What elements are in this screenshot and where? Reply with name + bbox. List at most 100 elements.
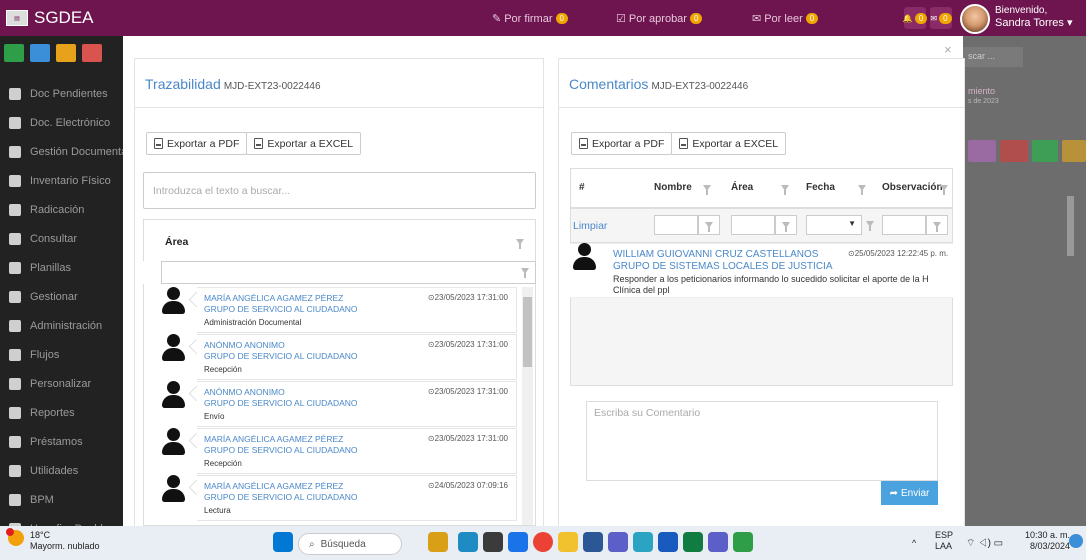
taskbar-app-icon[interactable]	[708, 532, 728, 552]
filter-icon[interactable]	[866, 221, 874, 231]
folder-shortcut-button[interactable]	[56, 44, 76, 62]
clock[interactable]: 10:30 a. m. 8/03/2024	[1025, 530, 1070, 552]
scrollbar-thumb[interactable]	[523, 297, 532, 367]
chrome-icon[interactable]	[533, 532, 553, 552]
trace-user[interactable]: MARÍA ANGÉLICA AGAMEZ PÉREZ	[204, 293, 343, 304]
sidebar-item[interactable]: Reportes	[0, 399, 135, 427]
excel-icon[interactable]	[683, 532, 703, 552]
list-item[interactable]: MARÍA ANGÉLICA AGAMEZ PÉREZ GRUPO DE SERV…	[160, 475, 520, 522]
sidebar-item[interactable]: Flujos	[0, 341, 135, 369]
filter-icon[interactable]	[703, 185, 711, 195]
nombre-filter-input[interactable]	[654, 215, 698, 235]
avatar[interactable]	[960, 4, 990, 34]
por-firmar-link[interactable]: ✎ Por firmar 0	[492, 12, 568, 25]
sidebar-item[interactable]: Préstamos	[0, 428, 135, 456]
trace-group: GRUPO DE SERVICIO AL CIUDADANO	[204, 304, 358, 314]
network-volume-battery-icons[interactable]: ⌔ ◁) ▭	[966, 537, 1003, 550]
filter-icon[interactable]	[521, 268, 529, 278]
sidebar-item[interactable]: BPM	[0, 486, 135, 514]
filter-icon[interactable]	[781, 185, 789, 195]
area-filter-input[interactable]	[161, 261, 536, 284]
filter-icon[interactable]	[858, 185, 866, 195]
sidebar-item[interactable]: Personalizar	[0, 370, 135, 398]
comment-author[interactable]: WILLIAM GUIOVANNI CRUZ CASTELLANOS	[613, 249, 818, 260]
comment-textarea[interactable]: Escriba su Comentario	[586, 401, 938, 481]
trace-user[interactable]: MARÍA ANGÉLICA AGAMEZ PÉREZ	[204, 434, 343, 445]
export-excel-button[interactable]: Exportar a EXCEL	[671, 132, 787, 155]
send-comment-button[interactable]: ➦ Enviar	[881, 481, 938, 505]
filter-icon[interactable]	[940, 185, 948, 195]
windows-start-icon[interactable]	[273, 532, 293, 552]
sidebar-item[interactable]: Inventario Físico	[0, 167, 135, 195]
taskbar-app-icon[interactable]	[733, 532, 753, 552]
background-action-button	[1062, 140, 1086, 162]
taskbar-app-icon[interactable]	[508, 532, 528, 552]
clear-filters-link[interactable]: Limpiar	[573, 220, 607, 232]
list-item[interactable]: ANÓNMO ANONIMO GRUPO DE SERVICIO AL CIUDA…	[160, 381, 520, 428]
taskbar-app-icon[interactable]	[583, 532, 603, 552]
sidebar-item[interactable]: Doc. Electrónico	[0, 109, 135, 137]
taskbar-app-icon[interactable]	[428, 532, 448, 552]
close-icon[interactable]: ×	[944, 42, 952, 57]
taskbar-app-icon[interactable]	[458, 532, 478, 552]
list-item[interactable]: ANÓNMO ANONIMO GRUPO DE SERVICIO AL CIUDA…	[160, 334, 520, 381]
edit-shortcut-button[interactable]	[30, 44, 50, 62]
sidebar-item[interactable]: Consultar	[0, 225, 135, 253]
comment-group: GRUPO DE SISTEMAS LOCALES DE JUSTICIA	[613, 261, 833, 272]
sidebar-toolbar	[4, 44, 102, 62]
logo-icon: ▤	[6, 10, 28, 26]
observacion-filter-input[interactable]	[882, 215, 926, 235]
file-icon	[579, 138, 588, 149]
language-indicator[interactable]: ESP LAA	[935, 530, 953, 552]
app-logo[interactable]: ▤ SGDEA	[6, 7, 126, 29]
clock-icon: ⊙	[427, 340, 435, 349]
fecha-filter-select[interactable]: ▼	[806, 215, 862, 235]
taskbar-app-icon[interactable]	[483, 532, 503, 552]
sidebar-item[interactable]: Gestionar	[0, 283, 135, 311]
column-header-area[interactable]: Área	[165, 236, 188, 248]
chart-shortcut-button[interactable]	[4, 44, 24, 62]
briefcase-icon	[9, 465, 21, 477]
notification-icon[interactable]	[1069, 534, 1083, 548]
messages-button[interactable]: ✉ 0	[930, 7, 952, 29]
word-icon[interactable]	[658, 532, 678, 552]
notifications-button[interactable]: 🔔 0	[903, 7, 928, 29]
area-filter-button[interactable]	[775, 215, 797, 235]
taskbar-search[interactable]: ⌕ Búsqueda	[298, 533, 402, 555]
export-excel-button[interactable]: Exportar a EXCEL	[246, 132, 362, 155]
observacion-filter-button[interactable]	[926, 215, 948, 235]
chevron-up-icon[interactable]: ^	[912, 538, 916, 548]
column-header-number[interactable]: #	[579, 182, 585, 193]
trace-user[interactable]: ANÓNMO ANONIMO	[204, 340, 285, 351]
list-item[interactable]: MARÍA ANGÉLICA AGAMEZ PÉREZ GRUPO DE SERV…	[160, 428, 520, 475]
por-aprobar-link[interactable]: ☑ Por aprobar 0	[616, 12, 703, 25]
taskbar-app-icon[interactable]	[633, 532, 653, 552]
trace-user[interactable]: ANÓNMO ANONIMO	[204, 387, 285, 398]
sidebar-item[interactable]: Radicación	[0, 196, 135, 224]
trace-date: ⊙24/05/2023 07:09:16	[427, 481, 508, 490]
filter-icon[interactable]	[516, 239, 524, 249]
settings-shortcut-button[interactable]	[82, 44, 102, 62]
por-leer-link[interactable]: ✉ Por leer 0	[752, 12, 819, 25]
pen-icon: ✎	[492, 13, 502, 25]
file-explorer-icon[interactable]	[558, 532, 578, 552]
export-pdf-button[interactable]: Exportar a PDF	[146, 132, 248, 155]
taskbar-app-icon[interactable]	[608, 532, 628, 552]
column-header-area[interactable]: Área	[731, 182, 753, 193]
sidebar-item[interactable]: Doc Pendientes	[0, 80, 135, 108]
sidebar-item[interactable]: Utilidades	[0, 457, 135, 485]
user-menu[interactable]: Bienvenido, Sandra Torres ▾	[995, 5, 1072, 29]
trace-user[interactable]: MARÍA ANGÉLICA AGAMEZ PÉREZ	[204, 481, 343, 492]
area-filter-input[interactable]	[731, 215, 775, 235]
sidebar-item[interactable]: Administración	[0, 312, 135, 340]
nombre-filter-button[interactable]	[698, 215, 720, 235]
sidebar-item[interactable]: Gestión Documental	[0, 138, 135, 166]
column-header-observacion[interactable]: Observación	[882, 182, 943, 193]
sidebar-item[interactable]: Planillas	[0, 254, 135, 282]
export-pdf-button[interactable]: Exportar a PDF	[571, 132, 673, 155]
list-item[interactable]: MARÍA ANGÉLICA AGAMEZ PÉREZ GRUPO DE SERV…	[160, 287, 520, 334]
search-input[interactable]: Introduzca el texto a buscar...	[143, 172, 536, 209]
weather-widget[interactable]: 18°C Mayorm. nublado	[6, 528, 100, 552]
column-header-fecha[interactable]: Fecha	[806, 182, 835, 193]
column-header-nombre[interactable]: Nombre	[654, 182, 692, 193]
